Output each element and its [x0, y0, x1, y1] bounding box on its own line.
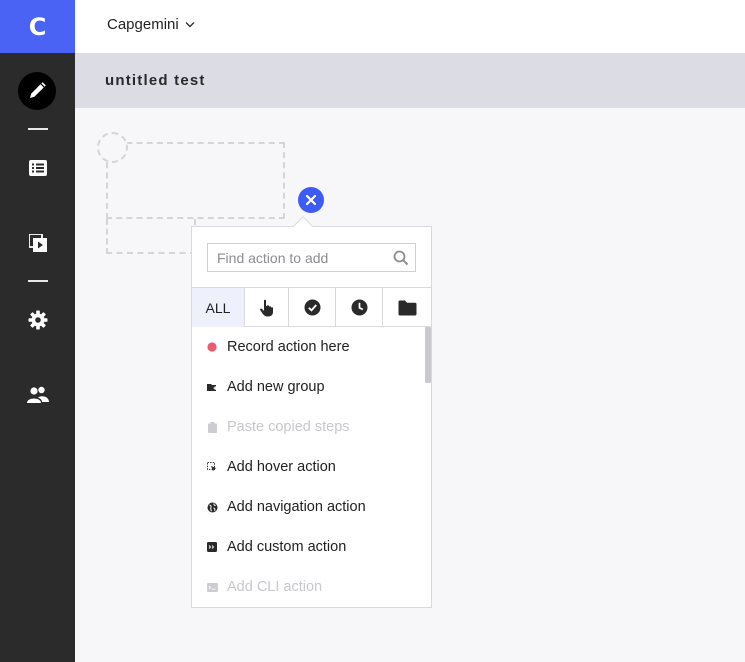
nav-runs-button[interactable] [24, 229, 52, 257]
terminal-icon [205, 582, 219, 592]
nav-tests-button[interactable] [24, 154, 52, 182]
tab-all[interactable]: ALL [192, 288, 245, 327]
test-title[interactable]: untitled test [105, 72, 206, 89]
search-icon [393, 250, 409, 266]
globe-icon [205, 502, 219, 513]
clock-icon [351, 299, 367, 316]
action-list-scrollbar[interactable] [425, 327, 431, 383]
top-bar: Capgemini [75, 0, 745, 53]
action-filter-tabs: ALL [192, 287, 431, 327]
nav-edit-button[interactable] [18, 72, 56, 110]
workspace-name: Capgemini [107, 16, 179, 33]
action-list: Record action here Add new group Paste c… [192, 327, 431, 607]
nav-divider [28, 128, 48, 130]
close-icon [305, 194, 317, 206]
record-action-item[interactable]: Record action here [192, 327, 424, 367]
logo-letter: C [28, 12, 47, 41]
hover-cursor-icon [205, 462, 219, 472]
add-custom-action-item[interactable]: Add custom action [192, 527, 424, 567]
action-label: Paste copied steps [227, 419, 350, 435]
search-box [207, 243, 416, 272]
step-placeholder [106, 142, 285, 219]
workspace-selector[interactable]: Capgemini [107, 16, 195, 33]
paste-steps-item: Paste copied steps [192, 407, 424, 447]
folder-icon [398, 300, 416, 315]
list-icon [29, 160, 47, 176]
search-input[interactable] [208, 244, 388, 271]
nav-divider [28, 280, 48, 282]
users-icon [27, 386, 49, 403]
add-navigation-action-item[interactable]: Add navigation action [192, 487, 424, 527]
record-dot-icon [205, 342, 219, 352]
tab-groups[interactable] [383, 288, 431, 327]
action-label: Add CLI action [227, 579, 323, 595]
clipboard-icon [205, 421, 219, 433]
action-label: Add hover action [227, 459, 336, 475]
close-popup-button[interactable] [298, 187, 324, 213]
action-label: Add navigation action [227, 499, 366, 515]
tab-interactions[interactable] [245, 288, 289, 327]
play-stack-icon [29, 234, 47, 252]
nav-team-button[interactable] [24, 381, 52, 409]
action-label: Record action here [227, 339, 350, 355]
sidebar: C [0, 0, 75, 662]
tab-waits[interactable] [336, 288, 383, 327]
gear-icon [28, 310, 48, 330]
pencil-icon [30, 82, 46, 98]
group-icon [205, 383, 219, 392]
step-placeholder-circle [97, 132, 128, 163]
tab-all-label: ALL [205, 299, 231, 316]
add-cli-action-item: Add CLI action [192, 567, 424, 607]
test-header: untitled test [75, 53, 745, 108]
step-placeholder-extension [106, 219, 196, 254]
add-group-item[interactable]: Add new group [192, 367, 424, 407]
tab-assertions[interactable] [289, 288, 336, 327]
code-icon [205, 542, 219, 552]
add-action-popup: ALL [191, 226, 432, 608]
pointer-hand-icon [259, 299, 273, 316]
nav-settings-button[interactable] [24, 306, 52, 334]
app-logo[interactable]: C [0, 0, 75, 53]
chevron-down-icon [185, 22, 195, 28]
check-circle-icon [304, 299, 320, 316]
action-label: Add custom action [227, 539, 347, 555]
action-label: Add new group [227, 379, 325, 395]
add-hover-action-item[interactable]: Add hover action [192, 447, 424, 487]
